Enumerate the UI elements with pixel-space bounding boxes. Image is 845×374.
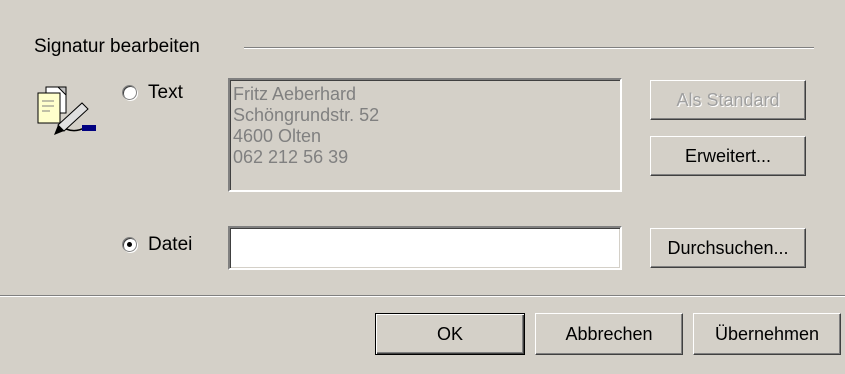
set-default-button[interactable]: Als Standard [650, 80, 806, 120]
file-path-input[interactable] [228, 226, 622, 270]
file-radio[interactable] [122, 237, 137, 252]
signature-group-title: Signatur bearbeiten [34, 36, 204, 58]
group-divider [244, 47, 814, 49]
cancel-button[interactable]: Abbrechen [535, 313, 683, 355]
signature-line: Schöngrundstr. 52 [233, 105, 380, 125]
dialog-separator [0, 295, 845, 297]
file-radio-dot [127, 242, 132, 247]
signature-line: 4600 Olten [233, 126, 322, 146]
signature-line: 062 212 56 39 [233, 147, 349, 167]
file-radio-label[interactable]: Datei [148, 234, 192, 256]
signature-line: Fritz Aeberhard [233, 84, 357, 104]
signature-edit-icon [36, 85, 100, 137]
text-radio-label[interactable]: Text [148, 82, 183, 104]
text-radio[interactable] [122, 85, 137, 100]
ok-button[interactable]: OK [375, 313, 525, 355]
signature-text-content: Fritz Aeberhard Schöngrundstr. 52 4600 O… [233, 84, 379, 168]
browse-button[interactable]: Durchsuchen... [650, 228, 806, 268]
apply-button[interactable]: Übernehmen [693, 313, 841, 355]
advanced-button[interactable]: Erweitert... [650, 136, 806, 176]
